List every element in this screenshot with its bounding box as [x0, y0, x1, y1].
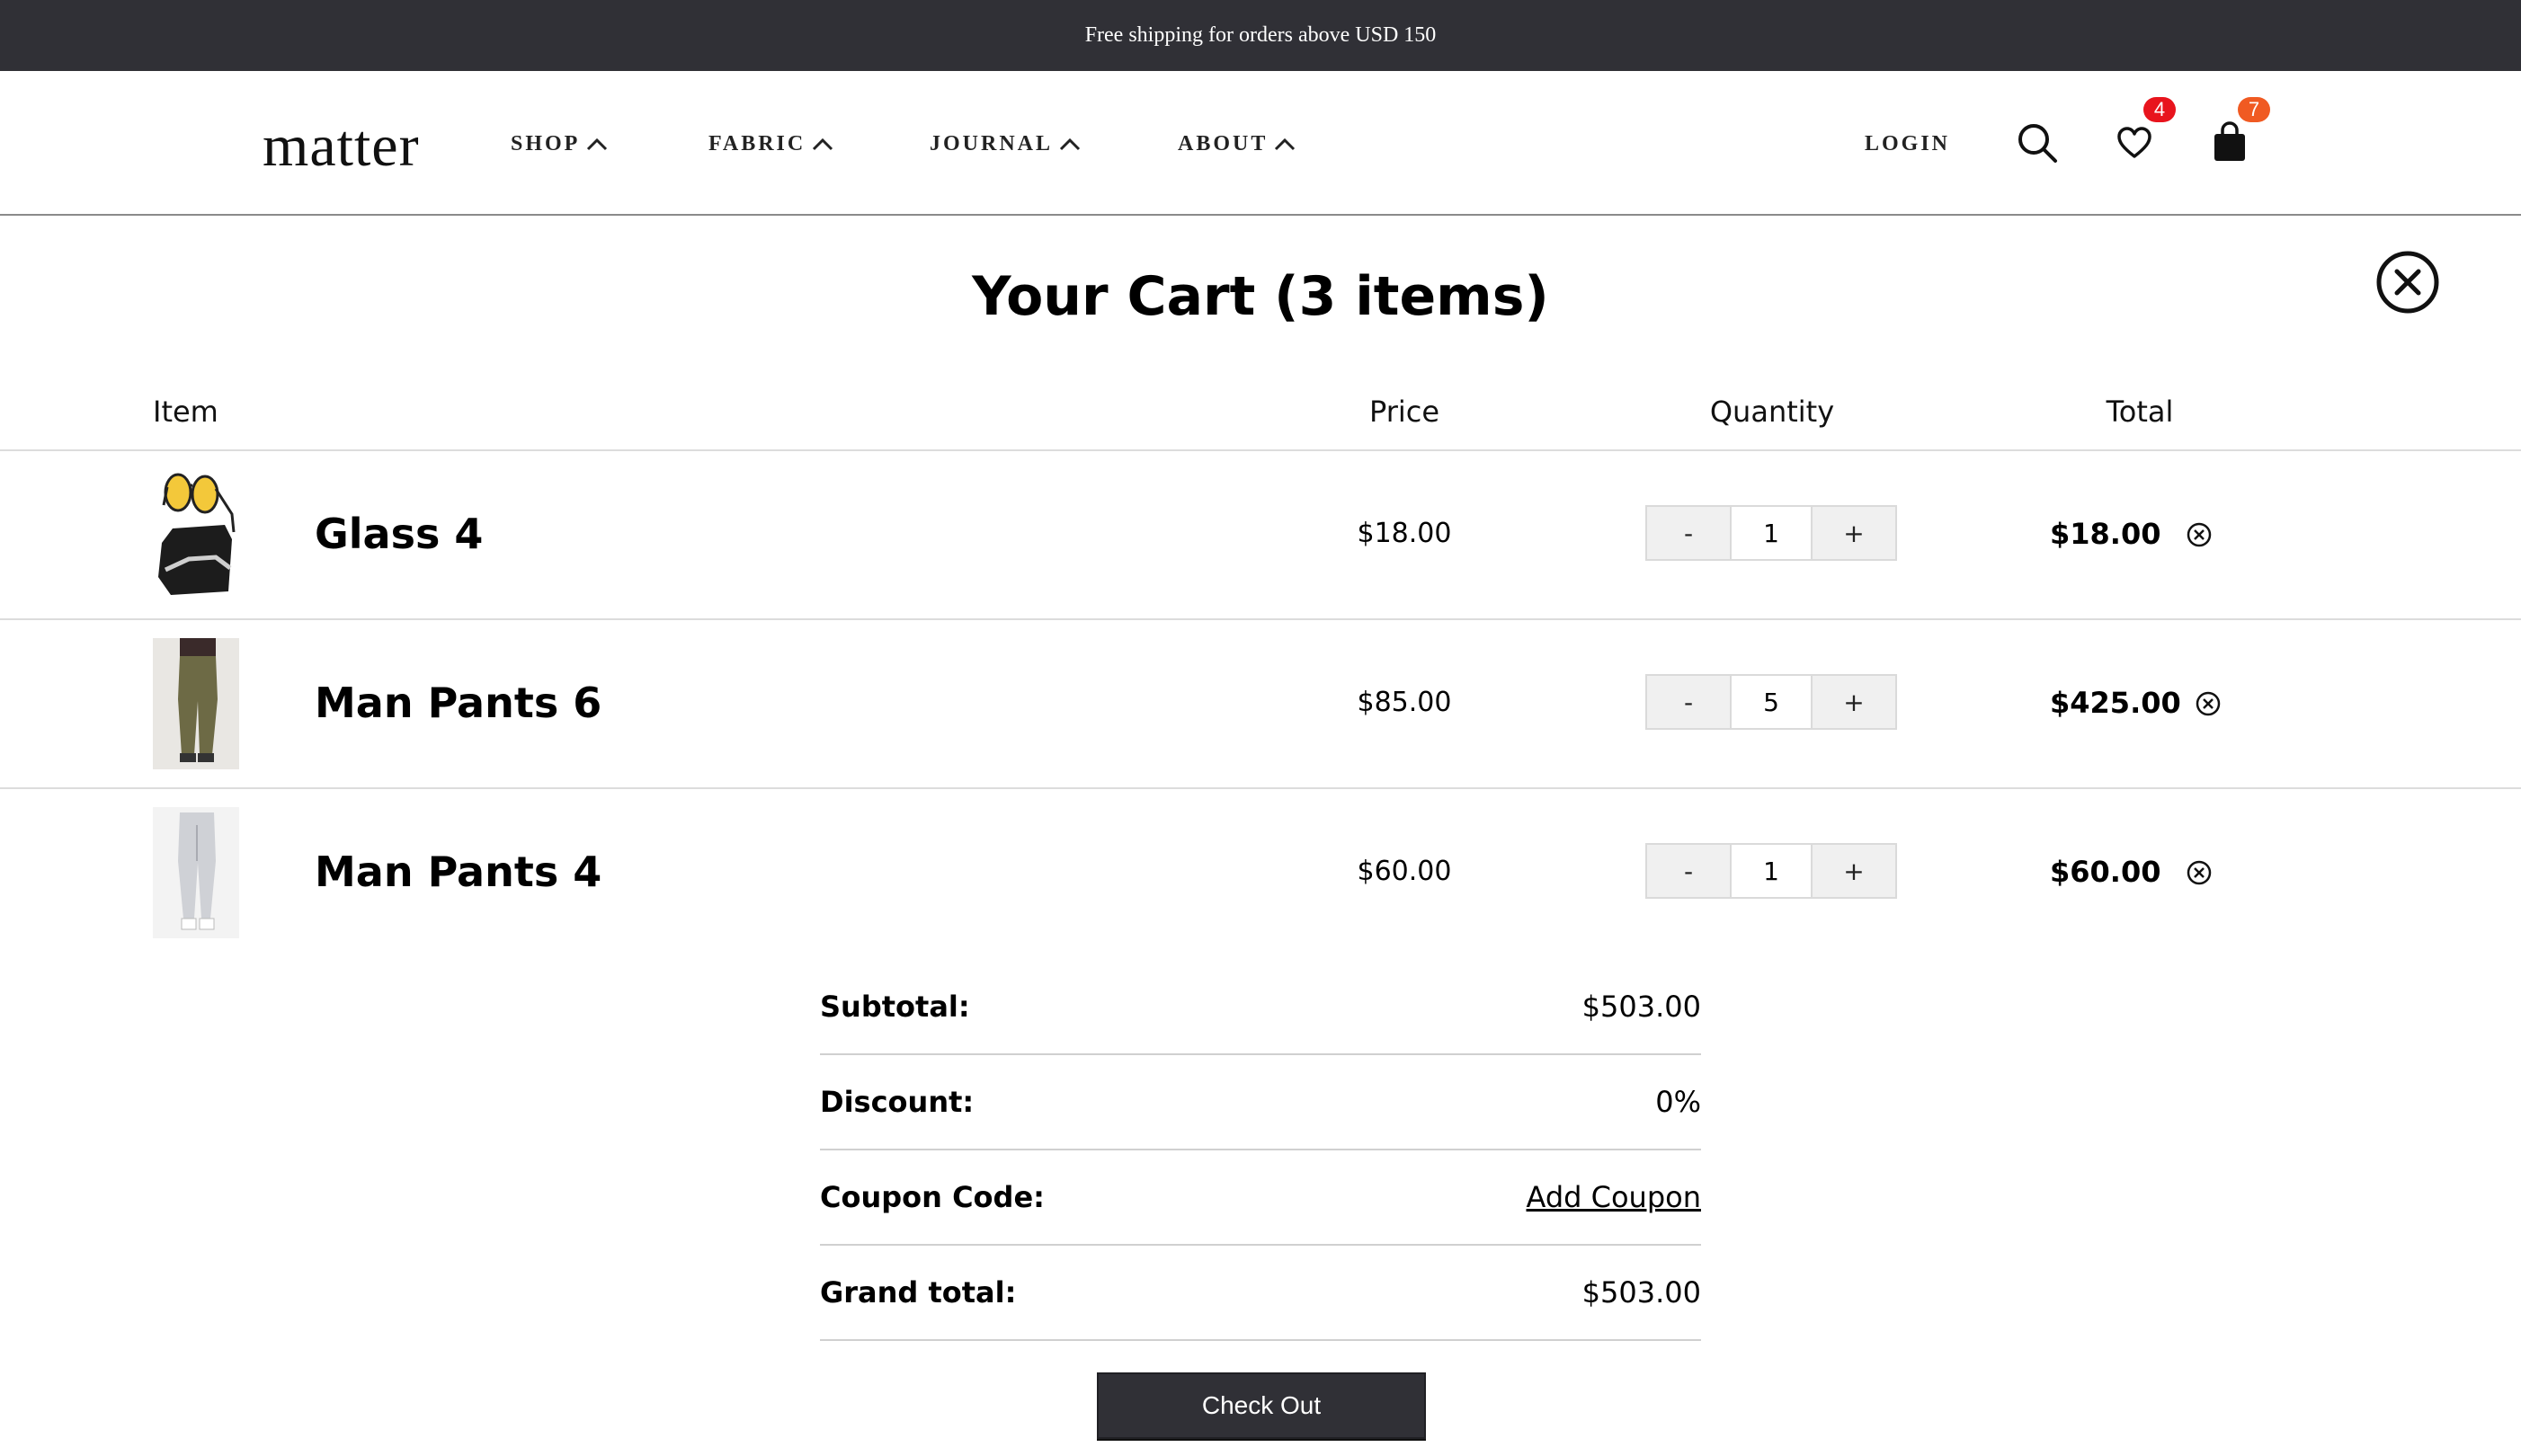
coupon-row: Coupon Code: Add Coupon — [820, 1150, 1701, 1246]
nav-fabric-label: FABRIC — [708, 131, 806, 155]
cart-row: Man Pants 6 $85.00 - 5 + $425.00 — [0, 620, 2521, 787]
column-header-total: Total — [2106, 395, 2174, 429]
product-name[interactable]: Glass 4 — [315, 507, 483, 561]
product-price: $85.00 — [1357, 687, 1452, 718]
coupon-label: Coupon Code: — [820, 1180, 1045, 1214]
nav-shop-label: SHOP — [511, 131, 581, 155]
discount-label: Discount: — [820, 1085, 975, 1119]
decrease-quantity-button[interactable]: - — [1645, 674, 1732, 730]
increase-quantity-button[interactable]: + — [1811, 843, 1897, 899]
quantity-value[interactable]: 1 — [1732, 843, 1811, 899]
quantity-stepper: - 5 + — [1645, 674, 1899, 730]
remove-item-icon[interactable] — [2186, 859, 2213, 886]
subtotal-label: Subtotal: — [820, 990, 970, 1024]
remove-item-icon[interactable] — [2186, 521, 2213, 548]
site-logo[interactable]: matter — [263, 111, 420, 182]
chevron-up-icon — [1275, 138, 1296, 151]
nav-shop[interactable]: SHOP — [511, 129, 609, 159]
grand-total-row: Grand total: $503.00 — [820, 1246, 1701, 1341]
chevron-up-icon — [587, 138, 608, 151]
row-total: $18.00 — [2050, 517, 2161, 551]
discount-row: Discount: 0% — [820, 1055, 1701, 1150]
cart-title: Your Cart (3 items) — [972, 265, 1549, 328]
increase-quantity-button[interactable]: + — [1811, 674, 1897, 730]
search-icon[interactable] — [2017, 122, 2058, 164]
wishlist-count-badge: 4 — [2143, 97, 2176, 122]
column-header-price: Price — [1368, 395, 1440, 429]
shopping-bag-icon[interactable] — [2212, 121, 2248, 163]
row-total: $425.00 — [2050, 686, 2181, 720]
grand-total-value: $503.00 — [1581, 1275, 1701, 1310]
product-image[interactable] — [153, 807, 239, 938]
nav-fabric[interactable]: FABRIC — [708, 129, 834, 159]
login-link[interactable]: LOGIN — [1865, 129, 1950, 159]
subtotal-row: Subtotal: $503.00 — [820, 960, 1701, 1055]
quantity-value[interactable]: 5 — [1732, 674, 1811, 730]
close-icon[interactable] — [2375, 250, 2440, 315]
subtotal-value: $503.00 — [1581, 990, 1701, 1024]
nav-journal-label: JOURNAL — [930, 131, 1054, 155]
product-image[interactable] — [153, 469, 239, 600]
product-price: $18.00 — [1357, 518, 1452, 549]
checkout-button[interactable]: Check Out — [1097, 1372, 1426, 1439]
column-header-item: Item — [153, 395, 218, 429]
announcement-bar: Free shipping for orders above USD 150 — [0, 0, 2521, 71]
quantity-stepper: - 1 + — [1645, 505, 1899, 561]
chevron-up-icon — [813, 138, 833, 151]
site-header: matter SHOP FABRIC JOURNAL ABOUT LOGIN 4 — [0, 71, 2521, 216]
product-price: $60.00 — [1357, 856, 1452, 887]
product-image[interactable] — [153, 638, 239, 769]
discount-value: 0% — [1655, 1085, 1701, 1119]
chevron-up-icon — [1059, 138, 1081, 151]
cart-count-badge: 7 — [2238, 97, 2270, 122]
quantity-stepper: - 1 + — [1645, 843, 1899, 899]
quantity-value[interactable]: 1 — [1732, 505, 1811, 561]
heart-icon[interactable] — [2117, 127, 2151, 159]
cart-page: Free shipping for orders above USD 150 m… — [0, 0, 2521, 1456]
decrease-quantity-button[interactable]: - — [1645, 843, 1732, 899]
row-total: $60.00 — [2050, 855, 2161, 889]
remove-item-icon[interactable] — [2195, 690, 2222, 717]
nav-about[interactable]: ABOUT — [1178, 129, 1296, 159]
announcement-text: Free shipping for orders above USD 150 — [1084, 23, 1437, 47]
nav-journal[interactable]: JOURNAL — [930, 129, 1082, 159]
increase-quantity-button[interactable]: + — [1811, 505, 1897, 561]
column-header-quantity: Quantity — [1709, 395, 1835, 429]
product-name[interactable]: Man Pants 6 — [315, 676, 601, 730]
nav-about-label: ABOUT — [1178, 131, 1269, 155]
cart-row: Glass 4 $18.00 - 1 + $18.00 — [0, 451, 2521, 618]
cart-row: Man Pants 4 $60.00 - 1 + $60.00 — [0, 789, 2521, 956]
add-coupon-link[interactable]: Add Coupon — [1527, 1177, 1702, 1217]
product-name[interactable]: Man Pants 4 — [315, 845, 601, 899]
grand-total-label: Grand total: — [820, 1275, 1017, 1310]
decrease-quantity-button[interactable]: - — [1645, 505, 1732, 561]
